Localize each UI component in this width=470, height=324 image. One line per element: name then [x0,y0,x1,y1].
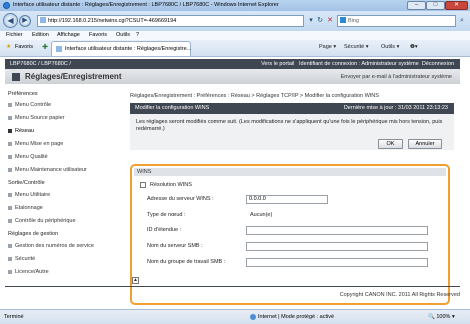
section-icon [12,73,20,81]
maximize-button[interactable]: □ [426,1,445,10]
browser-tab[interactable]: Interface utilisateur distante : Réglage… [51,41,191,56]
title-bar-page: Réglages/Enregistrement Envoyer par e-ma… [5,69,460,84]
sidebar-item-numeros-service[interactable]: Gestion des numéros de service [8,243,94,249]
browser-window: Interface utilisateur distante : Réglage… [0,0,470,324]
menu-edit[interactable]: Edition [32,32,49,38]
forward-button[interactable]: ▶ [19,15,31,27]
ie-icon [3,2,10,9]
search-placeholder: Bing [348,18,360,24]
add-favorite-icon[interactable]: ✚ [40,43,50,53]
last-update: Dernière mise à jour : 31/03 2011 23:13:… [343,105,448,111]
cancel-button[interactable]: Annuler [408,139,442,149]
menu-favorites[interactable]: Favoris [89,32,107,38]
wins-header: WINS [134,168,446,176]
server-address-label: Adresse du serveur WINS : [147,196,214,202]
close-button[interactable]: ✕ [445,1,468,10]
breadcrumb: Réglages/Enregistrement : Préférences : … [130,93,379,99]
status-bar: Terminé Internet | Mode protégé : activé… [0,309,470,324]
section-header: Modifier la configuration WINS Dernière … [130,103,454,114]
status-text: Terminé [4,314,24,320]
smb-group-field[interactable] [246,258,428,267]
model-name: LBP7680C / LBP7680C / [10,61,71,67]
page-title: Réglages/Enregistrement [25,72,122,81]
wins-resolution-label: Résolution WINS [150,182,192,188]
security-zone: Internet | Mode protégé : activé [258,314,335,320]
search-icon[interactable]: ⌕ [456,15,468,27]
menu-help[interactable]: ? [136,32,139,38]
sidebar-item-controle-peripherique[interactable]: Contrôle du périphérique [8,218,76,224]
sidebar-item-reseau[interactable]: Réseau [8,128,34,134]
title-bar: Interface utilisateur distante : Réglage… [0,0,470,11]
portal-link[interactable]: Vers le portail [261,61,294,67]
wins-panel: WINS Résolution WINS Adresse du serveur … [130,164,450,305]
email-admin-link[interactable]: Envoyer par e-mail à l'administrateur sy… [341,74,452,80]
tools-menu[interactable]: Outils ▾ [381,44,399,50]
menu-file[interactable]: Fichier [6,32,23,38]
page-icon [56,46,62,52]
info-message: Les réglages seront modifiés comme suit.… [136,119,443,132]
smb-server-field[interactable] [246,242,428,251]
url-text: http://192.168.0.215/netwins.cgi?CSUT=-4… [48,18,177,24]
menu-bar: Fichier Edition Affichage Favoris Outils… [0,31,470,40]
menu-view[interactable]: Affichage [57,32,80,38]
node-type-label: Type de nœud : [147,212,186,218]
zoom-control[interactable]: 🔍 100% ▾ [428,314,455,320]
copyright: Copyright CANON INC. 2011 All Rights Res… [339,292,460,298]
search-input[interactable]: Bing [337,15,456,27]
menu-tools[interactable]: Outils [116,32,130,38]
sidebar-item-utilitaire[interactable]: Menu Utilitaire [7,192,50,198]
favorites-bar: ★ Favoris ✚ Interface utilisateur distan… [0,40,470,57]
server-address-field[interactable]: 0.0.0.0 [246,195,328,204]
sidebar-heading-output: Sortie/Contrôle [8,180,45,186]
help-menu[interactable]: ❷▾ [410,44,418,50]
sidebar-item-securite[interactable]: Sécurité [7,256,35,262]
star-icon: ★ [6,44,12,50]
minimize-button[interactable]: – [407,1,426,10]
login-info: Identifiant de connexion : Administrateu… [298,61,419,67]
sidebar-heading-management: Réglages de gestion [8,231,59,237]
sidebar-item-mise-en-page[interactable]: Menu Mise en page [7,141,63,147]
globe-icon [250,314,256,320]
sidebar-item-menu-controle[interactable]: Menu Contrôle [7,102,51,108]
top-bar: LBP7680C / LBP7680C / Vers le portail Id… [5,59,460,69]
wins-section-title: WINS [137,169,152,175]
back-button[interactable]: ◀ [3,13,18,28]
window-title: Interface utilisateur distante : Réglage… [13,2,279,8]
scope-id-field[interactable] [246,226,428,235]
page-content: LBP7680C / LBP7680C / Vers le portail Id… [0,57,470,309]
section-title: Modifier la configuration WINS [135,105,210,111]
security-menu[interactable]: Sécurité ▾ [344,44,368,50]
page-menu[interactable]: Page ▾ [319,44,336,50]
message-box: Les réglages seront modifiés comme suit.… [130,114,454,150]
sidebar-item-licence[interactable]: Licence/Autre [8,269,49,275]
ok-button[interactable]: OK [378,139,403,149]
sidebar-item-maintenance[interactable]: Menu Maintenance utilisateur [8,167,87,173]
wins-resolution-checkbox[interactable] [140,182,146,188]
back-to-top-icon[interactable]: ▲ [132,277,139,284]
scope-id-label: ID d'étendue : [147,227,182,233]
address-bar: ◀ ▶ http://192.168.0.215/netwins.cgi?CSU… [0,11,470,31]
smb-group-label: Nom du groupe de travail SMB : [147,259,226,265]
sidebar-heading-preferences: Préférences [8,91,38,97]
favorites-button[interactable]: Favoris [15,44,33,50]
tab-title: Interface utilisateur distante : Réglage… [65,46,192,52]
page-icon [40,17,46,23]
smb-server-label: Nom du serveur SMB : [147,243,203,249]
stop-icon[interactable]: ✕ [324,15,336,27]
sidebar-item-source-papier[interactable]: Menu Source papier [8,115,65,121]
sidebar-item-qualite[interactable]: Menu Qualité [8,154,48,160]
node-type-value: Aucun(e) [250,212,273,218]
sidebar-item-etalonnage[interactable]: Etalonnage [8,205,43,211]
bing-icon [340,17,346,23]
url-field[interactable]: http://192.168.0.215/netwins.cgi?CSUT=-4… [37,15,304,27]
logout-link[interactable]: Déconnexion [422,61,454,67]
footer-divider [5,286,460,287]
